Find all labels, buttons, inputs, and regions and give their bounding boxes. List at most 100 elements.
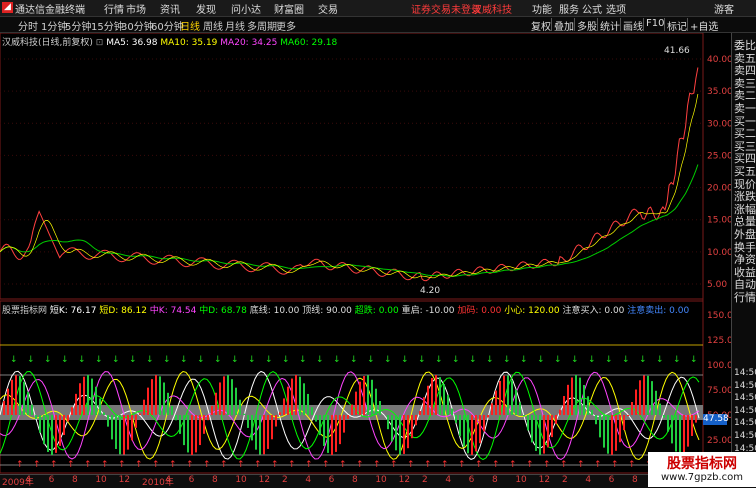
menu-market[interactable]: 市场 [126,1,146,16]
add-watchlist-button[interactable]: +自选 [688,18,720,33]
sell-arrow-icon: ↓ [656,355,664,365]
top-line-value: 顶线: 90.00 [302,306,352,316]
ma-toggle-icon[interactable]: ⊡ [96,38,104,48]
period-monthly[interactable]: 月线 [225,18,245,33]
sell-arrow-icon: ↓ [44,355,52,365]
mark-button[interactable]: 标记 [665,18,689,33]
menu-options[interactable]: 选项 [606,1,626,16]
date-tick: 6 [609,475,615,485]
period-60min[interactable]: 60分钟 [151,18,184,33]
price-tick: 40.00 [707,55,731,65]
buy-arrow-icon: ↑ [220,460,228,470]
period-daily[interactable]: 日线 [180,18,200,33]
quote-time: 14:50 [734,406,756,416]
buy-arrow-icon: ↑ [84,460,92,470]
draw-line-button[interactable]: 画线 [621,18,645,33]
sell-arrow-icon: ↓ [673,355,681,365]
date-tick: 10 [515,475,526,485]
buy-arrow-icon: ↑ [16,460,24,470]
date-tick: 8 [212,475,218,485]
short-d-value: 短D: 86.12 [99,306,147,316]
price-tick: 10.00 [707,248,731,258]
menu-trade[interactable]: 交易 [318,1,338,16]
statistics-button[interactable]: 统计 [598,18,622,33]
main-chart-frame [0,33,703,299]
period-more[interactable]: 更多 [276,18,296,33]
indicator-tick: 75.00 [707,386,731,396]
sell-arrow-icon: ↓ [248,355,256,365]
date-tick: 6 [49,475,55,485]
sell-arrow-icon: ↓ [231,355,239,365]
date-tick: 4 [585,475,591,485]
period-multi[interactable]: 多周期 [247,18,277,33]
login-notice[interactable]: 证券交易未登录 [411,1,481,16]
date-tick: 8 [492,475,498,485]
date-tick: 8 [72,475,78,485]
sell-arrow-icon: ↓ [520,355,528,365]
indicator-frame [0,301,703,473]
sell-arrow-icon: ↓ [469,355,477,365]
quote-label[interactable]: 行情 [734,289,756,305]
menu-ask[interactable]: 问小达 [231,1,261,16]
buy-arrow-icon: ↑ [152,460,160,470]
menu-news[interactable]: 资讯 [160,1,180,16]
multi-stock-button[interactable]: 多股 [575,18,599,33]
watermark: 股票指标网 www.7gpzb.com [648,452,756,487]
kline-chart[interactable]: 40.0035.0030.0025.0020.0015.0010.005.00 … [0,33,731,474]
buy-arrow-icon: ↑ [594,460,602,470]
main-chart-title-row: 汉威科技(日线,前复权) ⊡ MA5: 36.98 MA10: 35.19 MA… [2,35,337,48]
watermark-url: www.7gpzb.com [648,472,756,483]
buy-arrow-icon: ↑ [407,460,415,470]
period-30min[interactable]: 30分钟 [121,18,154,33]
ma10-label: MA10: 35.19 [160,38,217,48]
date-tick: 12 [259,475,270,485]
sell-arrow-icon: ↓ [588,355,596,365]
date-tick: 4 [445,475,451,485]
period-5min[interactable]: 5分钟 [65,18,91,33]
restart-value: 重启: -10.00 [402,306,455,316]
buy-arrow-icon: ↑ [33,460,41,470]
sell-arrow-icon: ↓ [282,355,290,365]
watch-sell-value: 注意卖出: 0.00 [627,306,689,316]
caution-value: 小心: 120.00 [504,306,559,316]
bottom-line-value: 底线: 10.00 [250,306,300,316]
adjust-button[interactable]: 复权 [529,18,553,33]
user-label[interactable]: 游客 [714,1,734,16]
sell-arrow-icon: ↓ [333,355,341,365]
buy-arrow-icon: ↑ [203,460,211,470]
app-title: 通达信金融终端 [15,1,85,16]
buy-arrow-icon: ↑ [356,460,364,470]
buy-arrow-icon: ↑ [475,460,483,470]
overlay-button[interactable]: 叠加 [552,18,576,33]
menu-quotes[interactable]: 行情 [104,1,124,16]
buy-arrow-icon: ↑ [390,460,398,470]
buy-arrow-icon: ↑ [492,460,500,470]
mid-k-value: 中K: 74.54 [150,306,197,316]
period-weekly[interactable]: 周线 [203,18,223,33]
add-position-value: 加码: 0.00 [457,306,501,316]
quote-time: 14:50 [734,381,756,391]
stock-name-link[interactable]: 汉威科技 [472,1,512,16]
buy-arrow-icon: ↑ [169,460,177,470]
buy-arrow-icon: ↑ [543,460,551,470]
indicator-tick: 125.00 [707,336,731,346]
date-tick: 6 [189,475,195,485]
sell-arrow-icon: ↓ [486,355,494,365]
date-tick: 4 [165,475,171,485]
menu-discover[interactable]: 发现 [196,1,216,16]
buy-arrow-icon: ↑ [50,460,58,470]
menu-formula[interactable]: 公式 [582,1,602,16]
menu-function[interactable]: 功能 [532,1,552,16]
menu-service[interactable]: 服务 [559,1,579,16]
mid-d-value: 中D: 68.78 [199,306,247,316]
menu-wealth[interactable]: 财富圈 [274,1,304,16]
date-tick: 2 [562,475,568,485]
date-tick: 2 [282,475,288,485]
period-15min[interactable]: 15分钟 [91,18,124,33]
sell-arrow-icon: ↓ [27,355,35,365]
price-tick: 5.00 [707,280,727,290]
period-1min[interactable]: 1分钟 [41,18,67,33]
period-timeshare[interactable]: 分时 [18,18,38,33]
buy-arrow-icon: ↑ [509,460,517,470]
buy-arrow-icon: ↑ [458,460,466,470]
